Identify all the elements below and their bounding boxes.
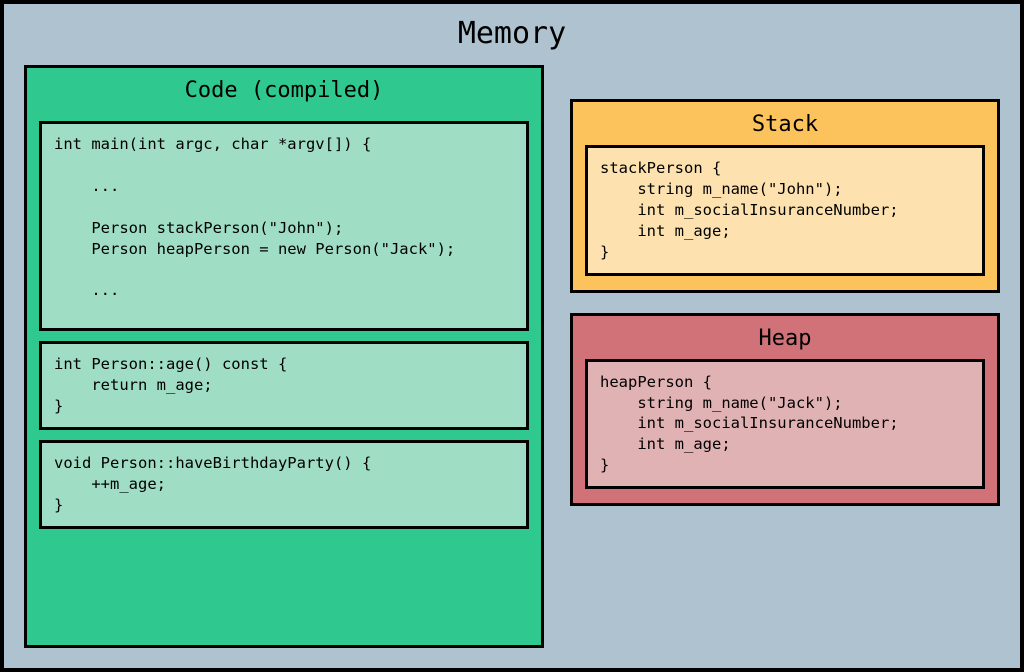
- heap-object: heapPerson { string m_name("Jack"); int …: [585, 359, 985, 490]
- memory-title: Memory: [24, 16, 1000, 51]
- code-block-main: int main(int argc, char *argv[]) { ... P…: [39, 121, 529, 331]
- code-column: Code (compiled) int main(int argc, char …: [24, 65, 544, 648]
- memory-columns: Code (compiled) int main(int argc, char …: [24, 65, 1000, 648]
- stack-object: stackPerson { string m_name("John"); int…: [585, 145, 985, 276]
- code-panel: Code (compiled) int main(int argc, char …: [24, 65, 544, 648]
- code-panel-title: Code (compiled): [39, 78, 529, 103]
- stack-panel-title: Stack: [585, 112, 985, 137]
- stack-panel: Stack stackPerson { string m_name("John"…: [570, 99, 1000, 293]
- code-block-birthday: void Person::haveBirthdayParty() { ++m_a…: [39, 440, 529, 529]
- runtime-column: Stack stackPerson { string m_name("John"…: [570, 65, 1000, 648]
- heap-panel: Heap heapPerson { string m_name("Jack");…: [570, 313, 1000, 507]
- code-block-age: int Person::age() const { return m_age; …: [39, 341, 529, 430]
- memory-region: Memory Code (compiled) int main(int argc…: [0, 0, 1024, 672]
- heap-panel-title: Heap: [585, 326, 985, 351]
